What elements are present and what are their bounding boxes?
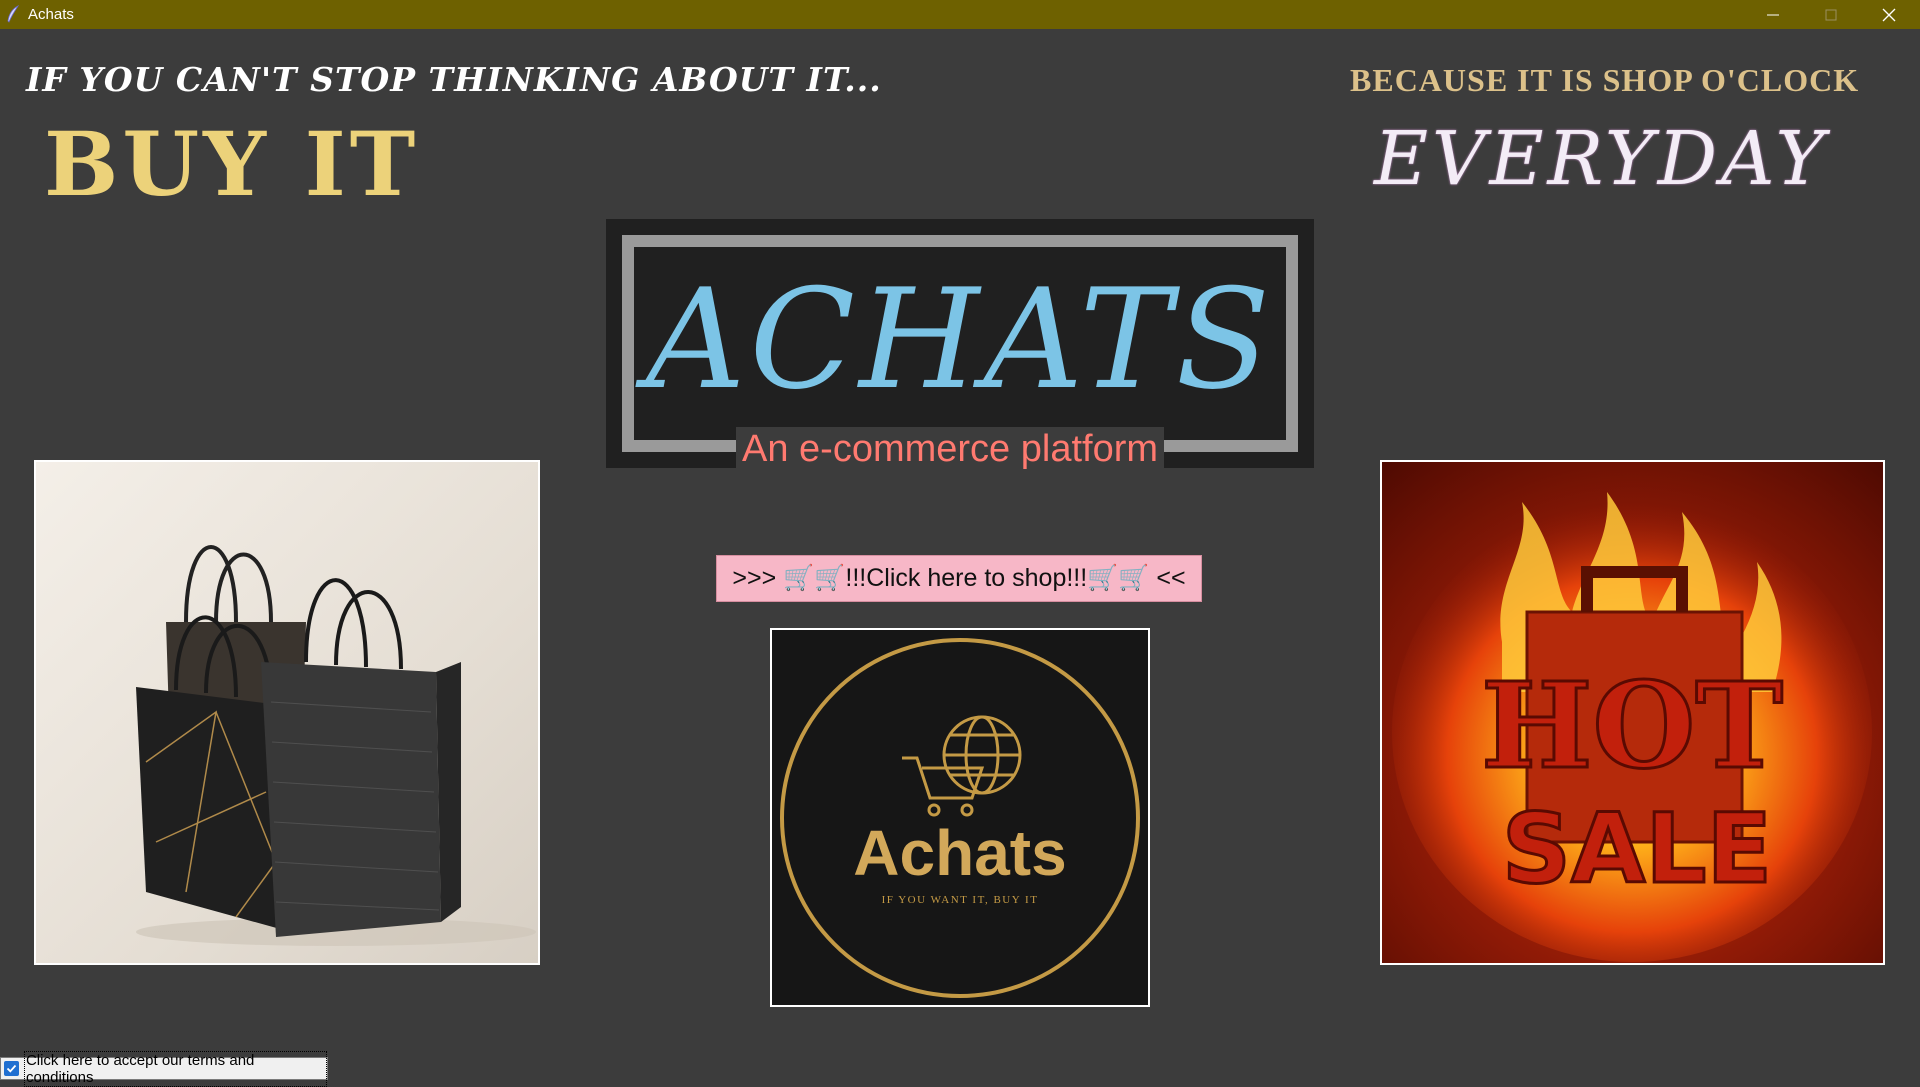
window-title: Achats bbox=[28, 6, 74, 23]
close-icon bbox=[1882, 8, 1896, 21]
feather-icon bbox=[7, 5, 20, 23]
hot-text: HOT bbox=[1481, 656, 1783, 795]
headline-everyday: EVERYDAY bbox=[1374, 116, 1829, 202]
terms-label[interactable]: Click here to accept our terms and condi… bbox=[23, 1050, 327, 1087]
maximize-button[interactable] bbox=[1802, 0, 1860, 29]
achats-logo-illustration: Achats IF YOU WANT IT, BUY IT bbox=[780, 638, 1140, 998]
shopping-bags-illustration bbox=[136, 545, 536, 946]
tagline-left: IF YOU CAN'T STOP THINKING ABOUT IT... bbox=[26, 60, 882, 99]
hot-sale-illustration: HOT SALE bbox=[1392, 492, 1872, 962]
brand-subtitle: An e-commerce platform bbox=[736, 427, 1165, 471]
title-bar: Achats bbox=[0, 0, 1920, 29]
minimize-icon bbox=[1767, 14, 1779, 15]
logo-wordmark: Achats bbox=[853, 817, 1066, 889]
brand-title: ACHATS bbox=[645, 259, 1275, 420]
tagline-right: BECAUSE IT IS SHOP O'CLOCK bbox=[1350, 62, 1860, 98]
terms-checkbox[interactable] bbox=[4, 1061, 19, 1076]
headline-buy-it: BUY IT bbox=[44, 112, 420, 216]
checkmark-icon bbox=[6, 1064, 17, 1073]
brand-frame: ACHATS An e-commerce platform bbox=[606, 219, 1314, 471]
hot-sale-image: HOT SALE bbox=[1380, 460, 1885, 965]
achats-logo-image: Achats IF YOU WANT IT, BUY IT bbox=[770, 628, 1150, 1007]
logo-slogan: IF YOU WANT IT, BUY IT bbox=[882, 894, 1039, 906]
shopping-bags-image bbox=[34, 460, 540, 965]
close-button[interactable] bbox=[1860, 0, 1918, 29]
shop-button[interactable]: >>> 🛒🛒!!!Click here to shop!!!🛒🛒 << bbox=[716, 555, 1202, 602]
sale-text: SALE bbox=[1502, 793, 1772, 905]
maximize-icon bbox=[1825, 9, 1837, 20]
terms-checkbox-row[interactable]: Click here to accept our terms and condi… bbox=[0, 1050, 328, 1087]
globe-cart-icon bbox=[902, 715, 1022, 817]
minimize-button[interactable] bbox=[1744, 0, 1802, 29]
